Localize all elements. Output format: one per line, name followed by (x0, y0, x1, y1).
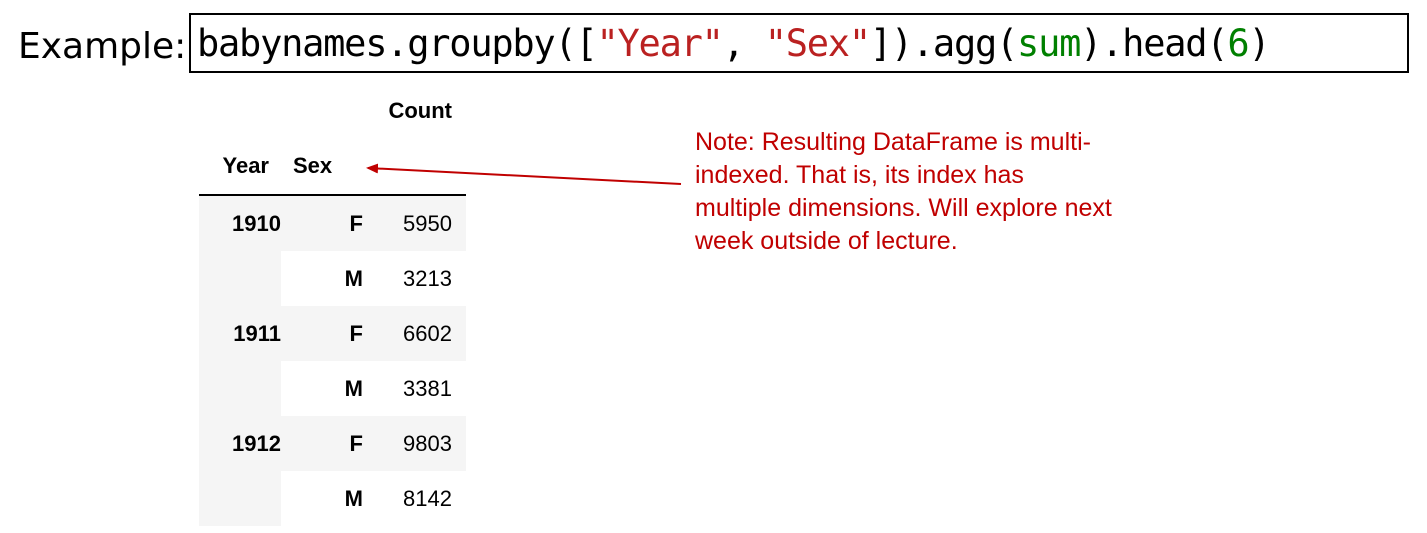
code-separator: , (722, 21, 765, 65)
code-string-sex: "Sex" (764, 21, 871, 65)
code-suffix: ) (1248, 21, 1270, 65)
row-count: 9803 (363, 416, 466, 471)
code-after-builtin: ).head( (1080, 21, 1228, 65)
row-sex: M (344, 265, 363, 291)
column-header-row: Count (199, 84, 466, 138)
row-year: 1910 (199, 195, 281, 251)
example-label: Example: (18, 26, 187, 67)
row-count: 6602 (363, 306, 466, 361)
table-row: M 8142 (199, 471, 466, 526)
row-year (199, 471, 281, 526)
row-year: 1911 (199, 306, 281, 361)
row-year: 1912 (199, 416, 281, 471)
table-row: M 3213 (199, 251, 466, 306)
column-header-count: Count (388, 98, 452, 123)
dataframe-table: Count Year Sex 1910 F 5950 M 3213 1911 F… (199, 84, 466, 526)
row-year (199, 251, 281, 306)
table-row: 1910 F 5950 (199, 195, 466, 251)
code-snippet: babynames.groupby(["Year", "Sex"]).agg(s… (189, 13, 1409, 73)
row-count: 3213 (403, 265, 452, 291)
header-blank-sex (281, 84, 363, 138)
row-sex: M (344, 485, 363, 511)
row-sex: F (281, 416, 363, 471)
table-row: 1911 F 6602 (199, 306, 466, 361)
code-string-year: "Year" (596, 21, 724, 65)
row-count: 3381 (403, 375, 452, 401)
index-name-sex: Sex (281, 138, 363, 196)
row-sex: F (281, 306, 363, 361)
code-mid: ]).agg( (869, 21, 1018, 65)
code-prefix: babynames.groupby([ (197, 21, 598, 65)
index-name-blank (363, 138, 466, 196)
header-blank-year (199, 84, 281, 138)
table-row: 1912 F 9803 (199, 416, 466, 471)
code-number: 6 (1227, 21, 1249, 65)
row-year (199, 361, 281, 416)
row-count: 5950 (363, 195, 466, 251)
index-names-row: Year Sex (199, 138, 466, 196)
row-sex: M (344, 375, 363, 401)
table-row: M 3381 (199, 361, 466, 416)
note-text: Note: Resulting DataFrame is multi-index… (695, 128, 1112, 255)
index-name-year: Year (199, 138, 281, 196)
row-sex: F (281, 195, 363, 251)
code-builtin-sum: sum (1017, 21, 1081, 65)
row-count: 8142 (403, 485, 452, 511)
